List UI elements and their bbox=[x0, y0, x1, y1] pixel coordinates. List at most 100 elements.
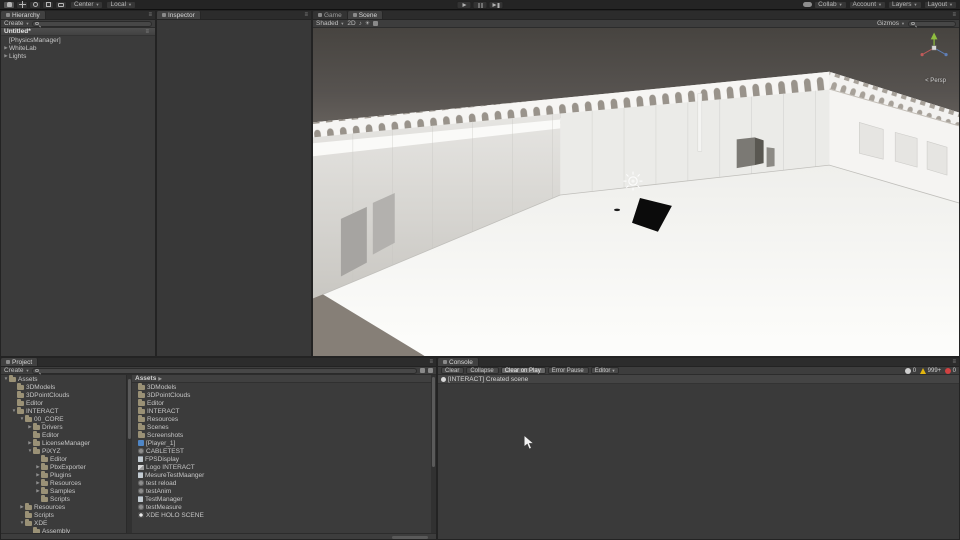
pane-menu-icon[interactable]: ≡ bbox=[145, 11, 155, 19]
zoom-slider[interactable] bbox=[392, 535, 428, 539]
error-count-toggle[interactable]: 0 bbox=[945, 367, 956, 374]
hierarchy-item[interactable]: [PhysicsManager] bbox=[1, 36, 155, 44]
project-tree-scrollbar[interactable] bbox=[127, 375, 132, 533]
lighting-toggle-icon[interactable] bbox=[373, 21, 379, 26]
account-dropdown[interactable]: Account ▼ bbox=[848, 0, 887, 9]
tab-game[interactable]: Game bbox=[313, 11, 348, 19]
asset-item[interactable]: INTERACT bbox=[132, 407, 431, 415]
asset-item[interactable]: 3DPointClouds bbox=[132, 391, 431, 399]
pane-menu-icon[interactable]: ≡ bbox=[949, 358, 959, 366]
asset-item[interactable]: 3DModels bbox=[132, 383, 431, 391]
pivot-toggle[interactable]: Center ▼ bbox=[70, 0, 104, 9]
project-tree-item[interactable]: ▶ Drivers bbox=[1, 423, 126, 431]
play-button[interactable] bbox=[456, 1, 472, 9]
project-tree-item[interactable]: ▶ LicenseManager bbox=[1, 439, 126, 447]
console-toolbar-button[interactable]: Clear on Play bbox=[500, 367, 546, 374]
effects-toggle-icon[interactable]: ☀ bbox=[365, 21, 370, 27]
scrollbar-thumb[interactable] bbox=[128, 379, 131, 439]
project-tree-item[interactable]: ▶ PbxExporter bbox=[1, 463, 126, 471]
project-tree-item[interactable]: ▶ Resources bbox=[1, 479, 126, 487]
pane-menu-icon[interactable]: ≡ bbox=[301, 11, 311, 19]
pane-menu-icon[interactable]: ≡ bbox=[426, 358, 436, 366]
rect-tool-button[interactable] bbox=[55, 0, 67, 9]
warning-count-toggle[interactable]: 999+ bbox=[920, 367, 941, 374]
audio-toggle-icon[interactable]: ♪ bbox=[359, 21, 362, 27]
scene-header-row[interactable]: Untitled* ≡ bbox=[1, 28, 155, 36]
tab-scene[interactable]: Scene bbox=[347, 11, 384, 19]
hand-tool-button[interactable] bbox=[3, 0, 15, 9]
hierarchy-item[interactable]: ▶ Lights bbox=[1, 52, 155, 60]
console-toolbar-button[interactable]: Clear bbox=[441, 367, 465, 374]
project-tree-item[interactable]: ▶ Samples bbox=[1, 487, 126, 495]
console-toolbar-button[interactable]: Collapse bbox=[466, 367, 499, 374]
scene-options-icon[interactable]: ≡ bbox=[142, 29, 152, 35]
asset-item[interactable]: Resources bbox=[132, 415, 431, 423]
layout-dropdown[interactable]: Layout ▼ bbox=[923, 0, 957, 9]
asset-item[interactable]: testAnim bbox=[132, 487, 431, 495]
folder-icon bbox=[41, 463, 48, 470]
console-toolbar-button[interactable]: Error Pause bbox=[547, 367, 589, 374]
create-menu-button[interactable]: Create ▼ bbox=[4, 20, 29, 27]
project-tree-item[interactable]: ▼ 00_CORE bbox=[1, 415, 126, 423]
scene-search-field[interactable] bbox=[908, 20, 956, 27]
pane-menu-icon[interactable]: ≡ bbox=[949, 11, 959, 19]
toggle-2d[interactable]: 2D bbox=[347, 20, 355, 27]
create-menu-button[interactable]: Create ▼ bbox=[4, 367, 29, 374]
project-tree-item[interactable]: ▶ Resources bbox=[1, 503, 126, 511]
label-filter-icon[interactable] bbox=[428, 368, 433, 373]
layers-dropdown[interactable]: Layers ▼ bbox=[888, 0, 922, 9]
tab-console[interactable]: Console bbox=[438, 358, 479, 366]
log-entry-row[interactable]: [INTERACT] Created scene bbox=[438, 375, 959, 384]
asset-item[interactable]: TestManager bbox=[132, 495, 431, 503]
project-tree-item[interactable]: Scripts bbox=[1, 511, 126, 519]
asset-item[interactable]: FPSDisplay bbox=[132, 455, 431, 463]
project-tree-item[interactable]: ▼ Assets bbox=[1, 375, 126, 383]
handle-space-toggle[interactable]: Local ▼ bbox=[106, 0, 136, 9]
project-tree-item[interactable]: Editor bbox=[1, 431, 126, 439]
pause-button[interactable] bbox=[472, 1, 488, 9]
scene-viewport[interactable]: < Persp bbox=[313, 28, 959, 356]
project-tree-item[interactable]: ▼ XDE bbox=[1, 519, 126, 527]
hierarchy-item[interactable]: ▶ WhiteLab bbox=[1, 44, 155, 52]
breadcrumb[interactable]: Assets ▶ bbox=[132, 375, 431, 383]
asset-icon bbox=[138, 440, 144, 446]
asset-item[interactable]: CABLETEST bbox=[132, 447, 431, 455]
tab-inspector[interactable]: Inspector bbox=[157, 11, 201, 19]
cloud-icon[interactable] bbox=[803, 2, 813, 7]
tab-project[interactable]: Project bbox=[1, 358, 39, 366]
asset-item[interactable]: Editor bbox=[132, 399, 431, 407]
asset-item[interactable]: Screenshots bbox=[132, 431, 431, 439]
shading-mode-dropdown[interactable]: Shaded ▼ bbox=[316, 20, 344, 27]
asset-item[interactable]: Scenes bbox=[132, 423, 431, 431]
scrollbar-thumb[interactable] bbox=[432, 377, 435, 467]
project-tree-item[interactable]: 3DPointClouds bbox=[1, 391, 126, 399]
project-tree-item[interactable]: ▼ PiXYZ bbox=[1, 447, 126, 455]
gizmos-dropdown[interactable]: Gizmos ▼ bbox=[877, 20, 905, 27]
info-count-toggle[interactable]: 0 bbox=[905, 367, 916, 374]
project-tree-item[interactable]: ▶ Plugins bbox=[1, 471, 126, 479]
project-tree-item[interactable]: ▼ INTERACT bbox=[1, 407, 126, 415]
asset-item[interactable]: test reload bbox=[132, 479, 431, 487]
scale-tool-button[interactable] bbox=[42, 0, 54, 9]
asset-item[interactable]: Logo INTERACT bbox=[132, 463, 431, 471]
hierarchy-search-field[interactable] bbox=[32, 20, 152, 27]
collab-dropdown[interactable]: Collab ▼ bbox=[814, 0, 847, 9]
project-tree-item[interactable]: Scripts bbox=[1, 495, 126, 503]
tab-hierarchy[interactable]: Hierarchy bbox=[1, 11, 46, 19]
asset-item[interactable]: [Player_1] bbox=[132, 439, 431, 447]
perspective-label[interactable]: < Persp bbox=[925, 78, 946, 84]
project-tree-item[interactable]: 3DModels bbox=[1, 383, 126, 391]
lock-icon[interactable] bbox=[420, 368, 425, 373]
project-bottom-bar bbox=[1, 533, 436, 539]
asset-item[interactable]: testMeasure bbox=[132, 503, 431, 511]
asset-item[interactable]: XDE HOLO SCENE bbox=[132, 511, 431, 519]
rotate-tool-button[interactable] bbox=[29, 0, 41, 9]
move-tool-button[interactable] bbox=[16, 0, 28, 9]
project-tree-item[interactable]: Editor bbox=[1, 399, 126, 407]
project-search-field[interactable] bbox=[32, 367, 417, 374]
project-tree-item[interactable]: Editor bbox=[1, 455, 126, 463]
step-button[interactable] bbox=[488, 1, 504, 9]
project-list-scrollbar[interactable] bbox=[431, 375, 436, 533]
console-toolbar-button[interactable]: Editor ▼ bbox=[590, 367, 620, 374]
asset-item[interactable]: MesureTestMaanger bbox=[132, 471, 431, 479]
